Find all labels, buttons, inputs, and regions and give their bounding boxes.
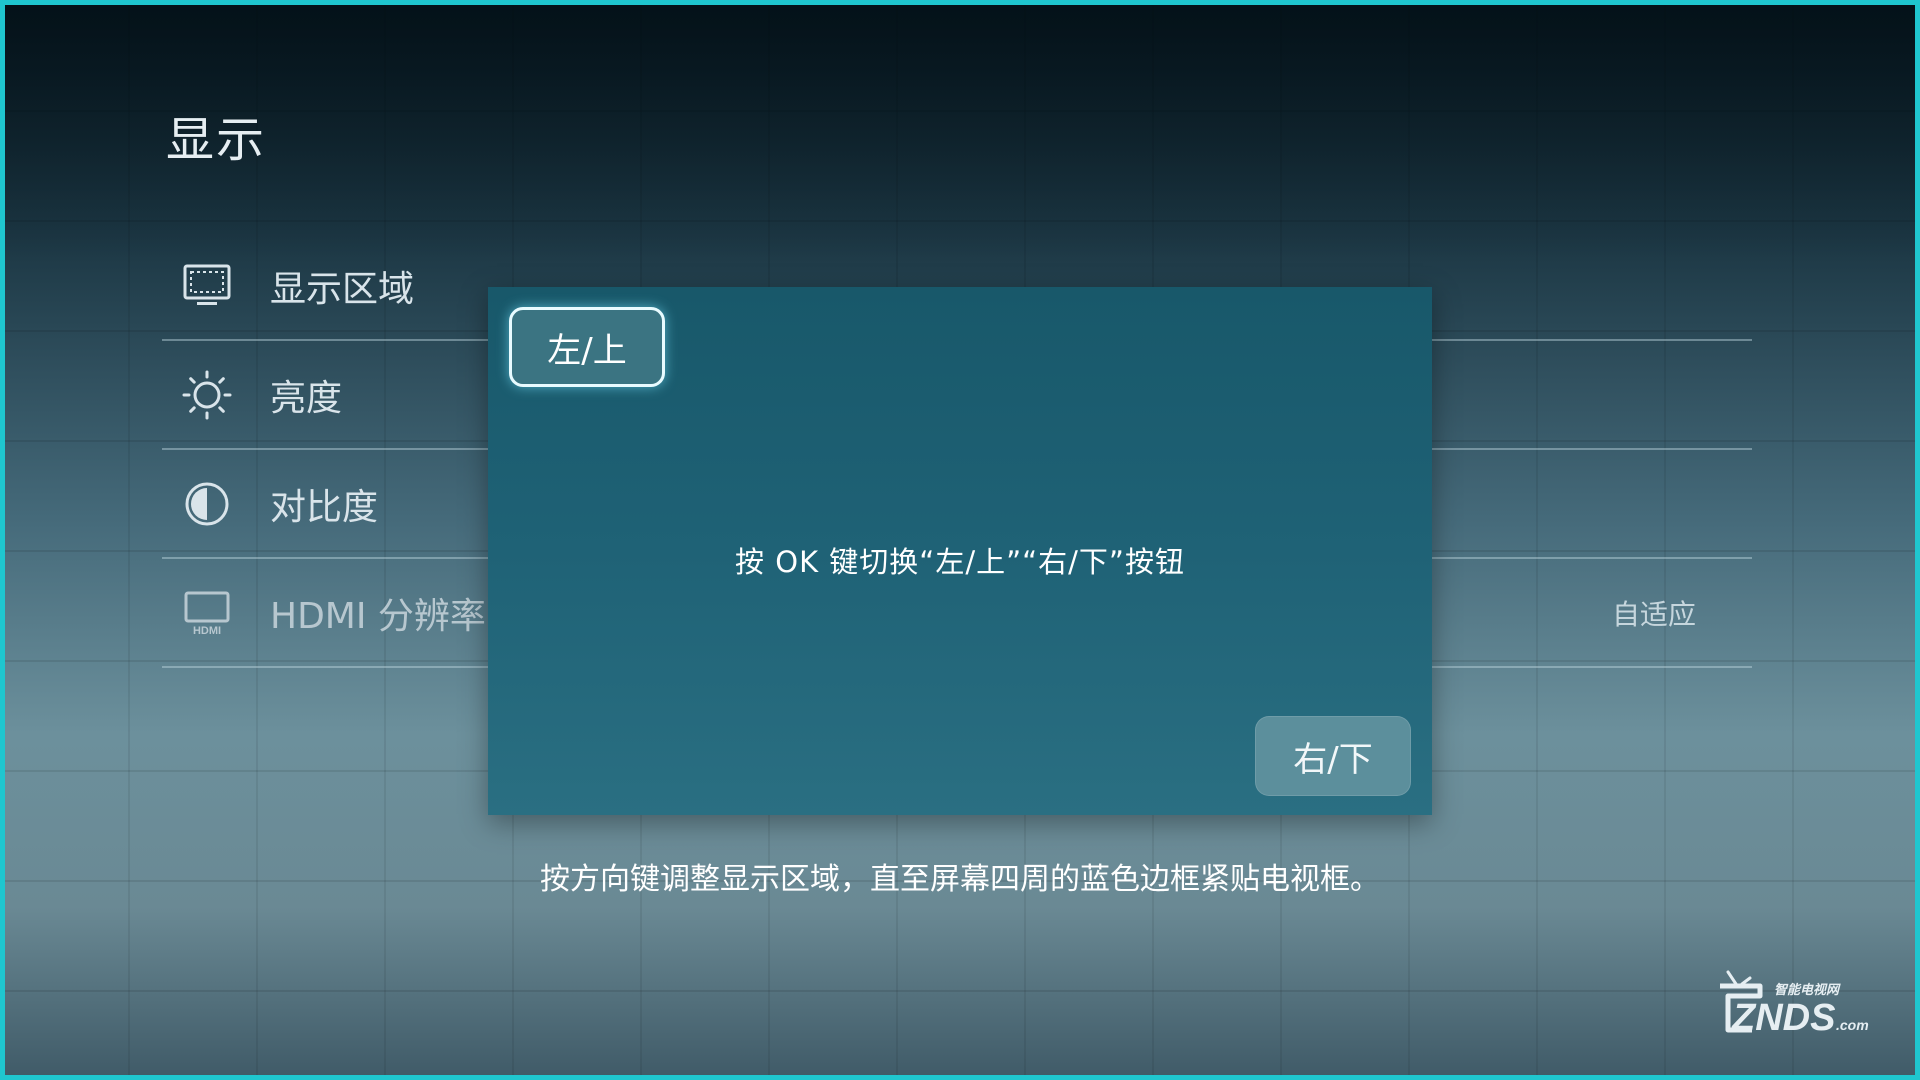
screen-area-icon (182, 261, 232, 311)
menu-item-label: HDMI 分辨率 (270, 595, 486, 637)
menu-item-label: 显示区域 (270, 268, 415, 310)
left-up-button[interactable]: 左/上 (509, 307, 665, 387)
menu-item-label: 亮度 (270, 377, 343, 419)
znds-logo: 智能电视网 ZNDS .com (1710, 970, 1874, 1050)
svg-text:.com: .com (1836, 1017, 1869, 1033)
hdmi-resolution-value: 自适应 (1611, 597, 1696, 631)
svg-text:HDMI: HDMI (193, 625, 221, 637)
svg-text:智能电视网: 智能电视网 (1774, 982, 1841, 997)
background-shade (0, 0, 1920, 260)
page-title: 显示 (166, 112, 267, 168)
brightness-icon (182, 370, 232, 420)
hdmi-icon: HDMI (182, 588, 232, 638)
menu-item-label: 对比度 (270, 486, 379, 528)
svg-text:ZNDS: ZNDS (1731, 997, 1835, 1039)
instruction-hint: 按方向键调整显示区域，直至屏幕四周的蓝色边框紧贴电视框。 (540, 862, 1380, 897)
right-down-button[interactable]: 右/下 (1255, 716, 1411, 796)
dialog-message: 按 OK 键切换“左/上”“右/下”按钮 (735, 545, 1185, 579)
screen-area-dialog: 左/上 按 OK 键切换“左/上”“右/下”按钮 右/下 (488, 287, 1432, 815)
contrast-icon (182, 479, 232, 529)
